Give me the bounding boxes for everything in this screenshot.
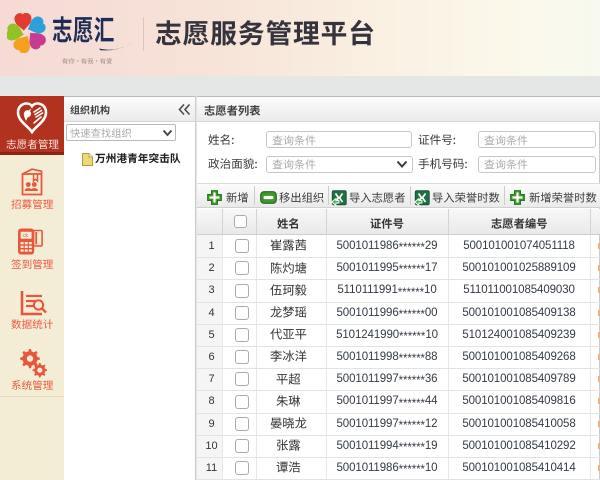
svg-text:ck: ck <box>23 233 29 239</box>
